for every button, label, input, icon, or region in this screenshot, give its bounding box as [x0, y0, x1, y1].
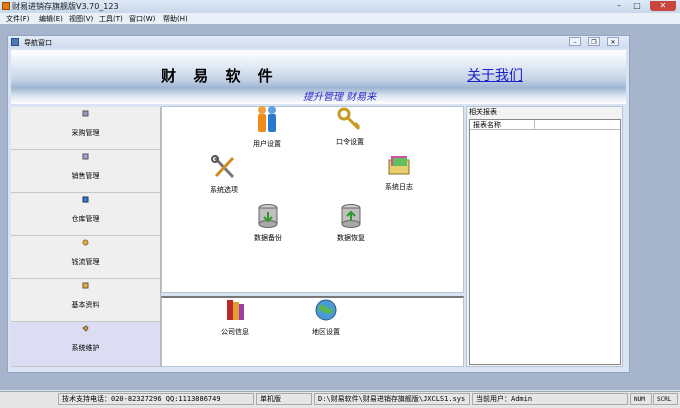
data-backup-button[interactable]: 数据备份 [250, 203, 286, 243]
key-icon [337, 107, 361, 131]
user-settings-button[interactable]: 用户设置 [247, 105, 287, 149]
report-name-column[interactable]: 报表名称 [473, 120, 501, 130]
nav-item-label: 钱流管理 [71, 258, 100, 266]
child-close-icon[interactable]: ✕ [607, 37, 619, 46]
about-us-link[interactable]: 关于我们 [467, 65, 523, 85]
reports-list-header: 报表名称 [470, 120, 620, 130]
column-divider [534, 120, 535, 129]
slogan: 提升管理 财易来 [303, 92, 377, 103]
menu-window[interactable]: 窗口(W) [129, 14, 155, 24]
system-maintenance-icon [82, 325, 89, 332]
region-settings-button[interactable]: 地区设置 [307, 297, 345, 337]
scroll-lock-indicator: SCRL [653, 393, 678, 405]
support-info: 技术支持电话：020-82327296 QQ:1113886749 [58, 393, 254, 405]
tools-icon [211, 155, 235, 179]
brand-name: 财 易 软 件 [161, 67, 279, 85]
menu-view[interactable]: 视图(V) [69, 14, 93, 24]
nav-item-cashflow[interactable]: 钱流管理 [11, 236, 160, 279]
nav-item-purchase[interactable]: 采购管理 [11, 107, 160, 150]
data-file-path: D:\财易软件\财易进销存旗舰版\JXCLS1.sys [314, 393, 470, 405]
menu-file[interactable]: 文件(F) [6, 14, 30, 24]
nav-item-sales[interactable]: 销售管理 [11, 150, 160, 193]
globe-icon [315, 299, 337, 321]
system-options-label: 系统选项 [210, 186, 238, 194]
company-info-label: 公司信息 [221, 328, 249, 336]
menu-edit[interactable]: 编辑(E) [39, 14, 63, 24]
nav-item-basic-data[interactable]: 基本资料 [11, 279, 160, 322]
function-panel [161, 106, 464, 293]
menu-help[interactable]: 帮助(H) [163, 14, 188, 24]
data-restore-button[interactable]: 数据恢复 [333, 203, 369, 243]
region-settings-label: 地区设置 [312, 328, 340, 336]
minimize-icon[interactable]: – [610, 1, 628, 11]
database-restore-icon [341, 204, 361, 228]
navigation-window-titlebar: 导航窗口 – ❐ ✕ [8, 36, 629, 48]
app-title: 财易进销存旗舰版V3.70_123 [12, 2, 119, 11]
window-icon [11, 38, 19, 46]
nav-item-label: 仓库管理 [71, 215, 100, 223]
close-icon[interactable]: ✕ [650, 1, 676, 11]
menu-tools[interactable]: 工具(T) [99, 14, 123, 24]
nav-item-label: 基本资料 [71, 301, 100, 309]
app-titlebar: 财易进销存旗舰版V3.70_123 – □ ✕ [0, 0, 680, 14]
company-books-icon [227, 300, 244, 320]
system-options-button[interactable]: 系统选项 [204, 155, 244, 195]
basic-data-icon [82, 282, 89, 289]
database-backup-icon [258, 204, 278, 228]
module-nav: 采购管理 销售管理 仓库管理 钱流管理 基本资料 系统维护 [11, 107, 161, 367]
num-lock-indicator: NUM [630, 393, 652, 405]
nav-item-system-maintenance[interactable]: 系统维护 [11, 322, 160, 367]
system-log-button[interactable]: 系统日志 [379, 154, 419, 192]
edition-mode: 单机版 [256, 393, 312, 405]
sales-icon [82, 153, 89, 160]
current-user: 当前用户：Admin [472, 393, 628, 405]
purchase-icon [82, 110, 89, 117]
users-icon [258, 106, 276, 132]
password-settings-label: 口令设置 [336, 138, 364, 146]
child-minimize-icon[interactable]: – [569, 37, 581, 46]
child-restore-icon[interactable]: ❐ [588, 37, 600, 46]
data-backup-label: 数据备份 [254, 234, 282, 242]
log-book-icon [388, 156, 410, 175]
nav-item-warehouse[interactable]: 仓库管理 [11, 193, 160, 236]
company-info-button[interactable]: 公司信息 [216, 297, 254, 337]
nav-item-label: 销售管理 [71, 172, 100, 180]
data-restore-label: 数据恢复 [337, 234, 365, 242]
password-settings-button[interactable]: 口令设置 [330, 107, 370, 147]
app-icon [2, 2, 10, 10]
related-reports-title: 相关报表 [469, 108, 497, 116]
user-settings-label: 用户设置 [253, 140, 281, 148]
system-log-label: 系统日志 [385, 183, 413, 191]
warehouse-icon [82, 196, 89, 203]
nav-item-label: 采购管理 [71, 129, 100, 137]
nav-item-label: 系统维护 [71, 344, 100, 352]
cashflow-icon [82, 239, 89, 246]
navigation-window-title: 导航窗口 [24, 39, 52, 47]
status-bar: 技术支持电话：020-82327296 QQ:1113886749 单机版 D:… [0, 391, 680, 408]
maximize-icon[interactable]: □ [628, 1, 646, 11]
reports-list[interactable] [469, 119, 621, 365]
